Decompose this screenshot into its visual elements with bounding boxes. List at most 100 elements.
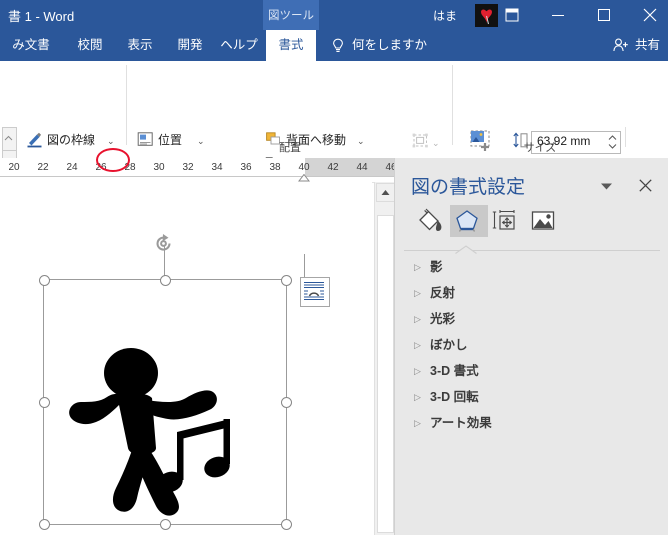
chevron-right-icon: ▷: [414, 314, 421, 324]
chevron-right-icon: ▷: [414, 392, 421, 402]
picture-dancing-figure[interactable]: [44, 280, 284, 522]
user-account-name[interactable]: はま: [433, 7, 457, 24]
layout-and-properties-tab[interactable]: [488, 205, 526, 237]
ruler-tick: 24: [66, 162, 78, 173]
share-label: 共有: [634, 38, 660, 52]
position-icon: [137, 131, 154, 148]
chevron-right-icon: ▷: [414, 262, 421, 272]
document-title: 書 1 - Word: [8, 9, 75, 24]
tell-me-box[interactable]: 何をしますか: [352, 30, 427, 61]
minimize-button[interactable]: [535, 0, 581, 30]
section-label: 光彩: [430, 312, 456, 326]
ribbon-display-options-icon: [505, 8, 519, 22]
layout-options-stem: [304, 254, 305, 277]
section-label: ぼかし: [430, 338, 468, 352]
fill-and-line-tab[interactable]: [412, 205, 450, 237]
resize-handle-top-right[interactable]: [281, 275, 292, 286]
position-label: 位置: [158, 133, 183, 147]
close-icon: [643, 8, 657, 22]
picture-tab[interactable]: [526, 205, 564, 237]
group-separator: [126, 65, 127, 145]
task-pane-close-button[interactable]: [635, 175, 657, 197]
picture-icon: [531, 211, 555, 230]
paint-bucket-icon: [419, 208, 442, 231]
resize-handle-bottom-center[interactable]: [160, 519, 171, 530]
ribbon-tab-strip: み文書 校閲 表示 開発 ヘルプ 書式 何をしますか 共有: [0, 30, 668, 92]
task-pane-close-icon: [639, 179, 652, 192]
resize-handle-middle-right[interactable]: [281, 397, 292, 408]
word-window: 書 1 - Word 図ツール はま み文書 校閲 表示 開発 ヘルプ 書式 何…: [0, 0, 668, 535]
minimize-icon: [552, 15, 564, 16]
ruler-tick: 30: [153, 162, 165, 173]
chevron-right-icon: ▷: [414, 340, 421, 350]
ruler-tick: 34: [211, 162, 223, 173]
document-canvas[interactable]: [0, 182, 372, 535]
ruler-right-margin-area: [305, 158, 394, 177]
ribbon: 図の枠線 ⌄ 図の効果 ⌄: [0, 61, 668, 211]
share-button[interactable]: 共有: [612, 30, 660, 61]
tab-format[interactable]: 書式: [266, 30, 316, 61]
contextual-tab-picture-tools: 図ツール: [263, 0, 319, 30]
resize-handle-bottom-right[interactable]: [281, 519, 292, 530]
ruler-tick: 20: [8, 162, 20, 173]
lightbulb-icon: [331, 38, 345, 57]
ruler-tick: 28: [124, 162, 136, 173]
horizontal-ruler[interactable]: 20 22 24 26 28 30 32 34 36 38 40 42 44 4…: [0, 148, 397, 183]
contextual-tab-label: 図ツール: [268, 10, 314, 22]
picture-border-icon: [26, 131, 43, 148]
chevron-right-icon: ▷: [414, 366, 421, 376]
section-label: 影: [430, 260, 443, 274]
scroll-up-arrow-icon: [381, 190, 390, 195]
task-pane-options-icon: [601, 183, 612, 190]
chevron-right-icon: ▷: [414, 418, 421, 428]
ruler-tick: 38: [269, 162, 281, 173]
effects-tab[interactable]: [450, 205, 488, 237]
ruler-tick: 26: [95, 162, 107, 173]
tab-help[interactable]: ヘルプ: [212, 30, 266, 61]
chevron-up-icon: [4, 135, 13, 141]
chevron-down-icon[interactable]: ⌄: [432, 132, 440, 154]
ruler-baseline: [0, 176, 394, 177]
vertical-scroll-thumb[interactable]: [377, 215, 394, 533]
task-pane-divider: [404, 250, 660, 251]
task-pane-options-button[interactable]: [600, 180, 613, 194]
chevron-down-icon[interactable]: ⌄: [107, 130, 115, 152]
tab-review[interactable]: 校閲: [68, 30, 112, 61]
ribbon-display-options-button[interactable]: [489, 0, 535, 30]
rotate-handle[interactable]: [152, 232, 176, 256]
resize-handle-top-left[interactable]: [39, 275, 50, 286]
layout-options-icon: [301, 278, 327, 304]
style-gallery-scroll-up-button[interactable]: [2, 127, 17, 151]
maximize-button[interactable]: [581, 0, 627, 30]
ruler-tick: 42: [327, 162, 339, 173]
tab-mailings[interactable]: み文書: [0, 30, 62, 61]
resize-handle-middle-left[interactable]: [39, 397, 50, 408]
title-bar: 書 1 - Word 図ツール はま: [0, 0, 668, 30]
tab-developer[interactable]: 開発: [168, 30, 212, 61]
section-label: 3-D 回転: [430, 390, 479, 404]
ruler-tick: 36: [240, 162, 252, 173]
rotate-handle-icon: [156, 234, 171, 251]
size-properties-icon: [492, 210, 515, 230]
document-vertical-scrollbar[interactable]: [374, 182, 395, 535]
layout-options-button[interactable]: [300, 277, 330, 307]
share-person-icon: [612, 38, 628, 52]
task-pane-title: 図の書式設定: [411, 177, 526, 198]
ruler-tick: 32: [182, 162, 194, 173]
section-label: 3-D 書式: [430, 364, 479, 378]
arrange-group-label: 配置: [279, 142, 301, 154]
ruler-tick: 22: [37, 162, 49, 173]
size-group-label: サイズ: [523, 142, 557, 154]
section-label: アート効果: [430, 416, 492, 430]
resize-handle-top-center[interactable]: [160, 275, 171, 286]
chevron-right-icon: ▷: [414, 288, 421, 298]
group-objects-icon: [412, 133, 429, 150]
scroll-up-button[interactable]: [376, 183, 395, 202]
picture-border-label: 図の枠線: [47, 133, 96, 147]
resize-handle-bottom-left[interactable]: [39, 519, 50, 530]
selected-tab-notch: [455, 243, 477, 257]
group-separator: [452, 65, 453, 145]
close-button[interactable]: [627, 0, 668, 30]
tab-view[interactable]: 表示: [118, 30, 162, 61]
group-separator: [625, 127, 626, 147]
